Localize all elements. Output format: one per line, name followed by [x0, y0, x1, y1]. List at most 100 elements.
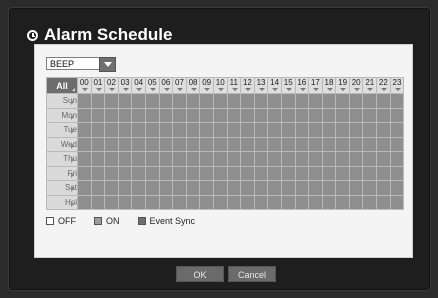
schedule-cell[interactable]	[185, 165, 201, 181]
schedule-cell[interactable]	[144, 194, 160, 210]
schedule-cell[interactable]	[226, 165, 242, 181]
schedule-cell[interactable]	[104, 151, 119, 167]
schedule-cell[interactable]	[226, 107, 242, 123]
schedule-cell[interactable]	[240, 136, 255, 152]
schedule-cell[interactable]	[280, 136, 296, 152]
schedule-cell[interactable]	[362, 122, 378, 138]
schedule-cell[interactable]	[389, 136, 405, 152]
schedule-cell[interactable]	[294, 122, 310, 138]
schedule-cell[interactable]	[335, 194, 350, 210]
schedule-cell[interactable]	[77, 194, 92, 210]
schedule-cell[interactable]	[199, 122, 214, 138]
schedule-cell[interactable]	[77, 122, 92, 138]
schedule-cell[interactable]	[308, 93, 323, 109]
schedule-cell[interactable]	[389, 151, 405, 167]
schedule-cell[interactable]	[280, 180, 296, 196]
schedule-cell[interactable]	[199, 151, 214, 167]
schedule-cell[interactable]	[185, 107, 201, 123]
schedule-cell[interactable]	[389, 122, 405, 138]
schedule-cell[interactable]	[117, 136, 133, 152]
hour-header[interactable]: 20	[348, 77, 364, 94]
schedule-cell[interactable]	[104, 194, 119, 210]
schedule-cell[interactable]	[104, 122, 119, 138]
schedule-cell[interactable]	[90, 194, 106, 210]
schedule-cell[interactable]	[212, 122, 228, 138]
schedule-cell[interactable]	[253, 122, 269, 138]
schedule-cell[interactable]	[240, 194, 255, 210]
schedule-cell[interactable]	[226, 180, 242, 196]
day-header[interactable]: Sun	[46, 93, 78, 109]
schedule-cell[interactable]	[253, 107, 269, 123]
schedule-cell[interactable]	[335, 180, 350, 196]
schedule-cell[interactable]	[321, 122, 337, 138]
schedule-cell[interactable]	[104, 180, 119, 196]
schedule-cell[interactable]	[199, 165, 214, 181]
day-header[interactable]: Sat	[46, 180, 78, 196]
schedule-cell[interactable]	[185, 136, 201, 152]
schedule-cell[interactable]	[389, 180, 405, 196]
schedule-cell[interactable]	[77, 136, 92, 152]
hour-header[interactable]: 15	[280, 77, 296, 94]
day-header[interactable]: Tue	[46, 122, 78, 138]
schedule-cell[interactable]	[117, 122, 133, 138]
schedule-cell[interactable]	[348, 151, 364, 167]
schedule-cell[interactable]	[117, 151, 133, 167]
schedule-cell[interactable]	[158, 151, 174, 167]
schedule-cell[interactable]	[131, 136, 146, 152]
schedule-cell[interactable]	[308, 165, 323, 181]
schedule-cell[interactable]	[335, 122, 350, 138]
schedule-cell[interactable]	[199, 107, 214, 123]
schedule-cell[interactable]	[376, 194, 391, 210]
hour-header[interactable]: 22	[376, 77, 391, 94]
schedule-cell[interactable]	[144, 165, 160, 181]
hour-header[interactable]: 00	[77, 77, 92, 94]
schedule-cell[interactable]	[172, 151, 187, 167]
hour-header[interactable]: 02	[104, 77, 119, 94]
schedule-cell[interactable]	[348, 194, 364, 210]
schedule-cell[interactable]	[90, 165, 106, 181]
ok-button[interactable]: OK	[176, 266, 224, 282]
hour-header[interactable]: 04	[131, 77, 146, 94]
schedule-cell[interactable]	[362, 151, 378, 167]
schedule-cell[interactable]	[335, 165, 350, 181]
schedule-cell[interactable]	[321, 136, 337, 152]
schedule-cell[interactable]	[77, 107, 92, 123]
day-header[interactable]: Fri	[46, 165, 78, 181]
schedule-cell[interactable]	[117, 93, 133, 109]
schedule-cell[interactable]	[389, 107, 405, 123]
schedule-cell[interactable]	[308, 194, 323, 210]
schedule-cell[interactable]	[212, 165, 228, 181]
schedule-cell[interactable]	[212, 194, 228, 210]
schedule-cell[interactable]	[172, 107, 187, 123]
schedule-cell[interactable]	[199, 93, 214, 109]
schedule-cell[interactable]	[280, 165, 296, 181]
schedule-cell[interactable]	[226, 136, 242, 152]
schedule-cell[interactable]	[172, 165, 187, 181]
schedule-cell[interactable]	[172, 136, 187, 152]
schedule-cell[interactable]	[158, 165, 174, 181]
schedule-cell[interactable]	[376, 107, 391, 123]
schedule-cell[interactable]	[212, 93, 228, 109]
hour-header[interactable]: 10	[212, 77, 228, 94]
schedule-cell[interactable]	[294, 180, 310, 196]
schedule-cell[interactable]	[348, 180, 364, 196]
hour-header[interactable]: 14	[267, 77, 282, 94]
schedule-cell[interactable]	[308, 136, 323, 152]
schedule-cell[interactable]	[172, 93, 187, 109]
schedule-cell[interactable]	[90, 180, 106, 196]
schedule-cell[interactable]	[90, 136, 106, 152]
schedule-cell[interactable]	[104, 136, 119, 152]
schedule-cell[interactable]	[362, 93, 378, 109]
schedule-cell[interactable]	[308, 151, 323, 167]
schedule-cell[interactable]	[335, 93, 350, 109]
schedule-cell[interactable]	[389, 93, 405, 109]
hour-header[interactable]: 18	[321, 77, 337, 94]
schedule-cell[interactable]	[348, 107, 364, 123]
schedule-cell[interactable]	[144, 180, 160, 196]
schedule-cell[interactable]	[212, 151, 228, 167]
day-header[interactable]: Mon	[46, 107, 78, 123]
schedule-cell[interactable]	[348, 136, 364, 152]
schedule-cell[interactable]	[348, 93, 364, 109]
schedule-cell[interactable]	[294, 165, 310, 181]
day-header[interactable]: Wed	[46, 136, 78, 152]
